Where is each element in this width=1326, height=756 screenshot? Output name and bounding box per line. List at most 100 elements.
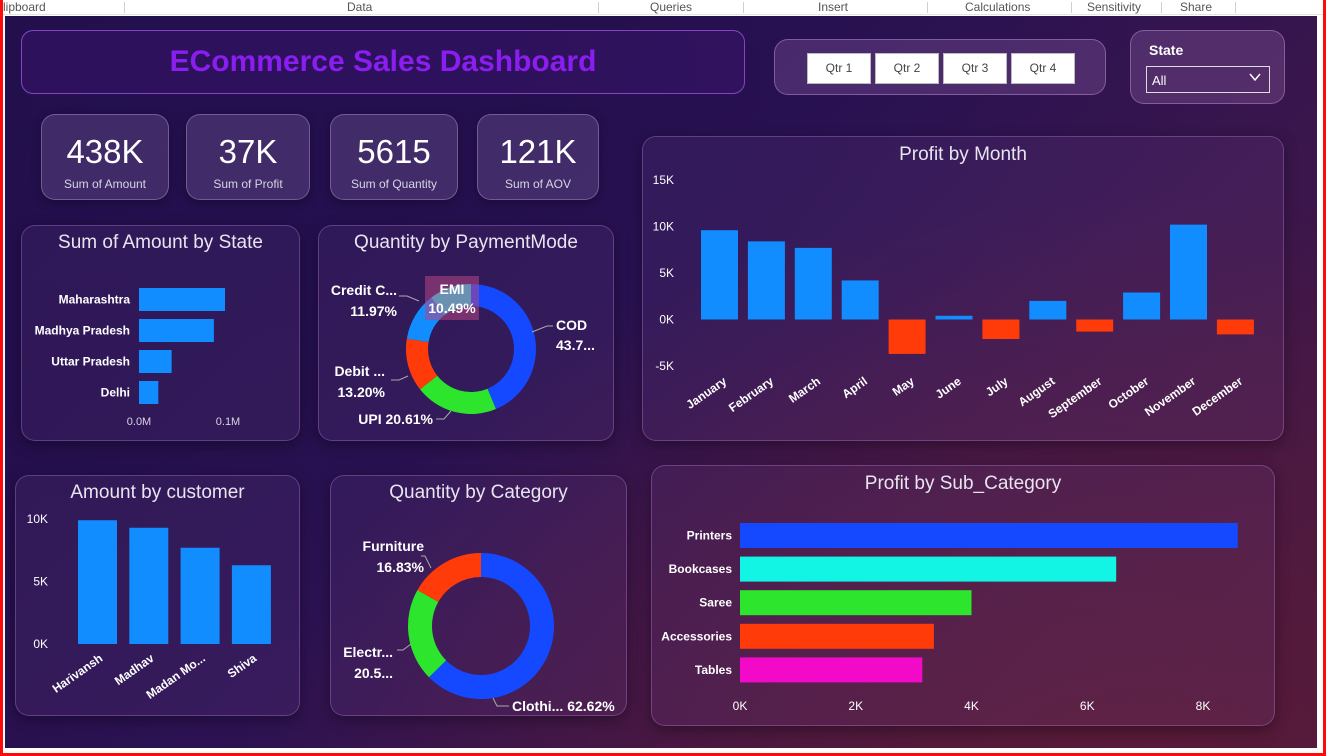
ribbon-share[interactable]: Share <box>1180 0 1212 14</box>
leader-line <box>531 325 553 333</box>
qtr-1-button[interactable]: Qtr 1 <box>807 53 871 84</box>
kpi-card-profit: 37K Sum of Profit <box>186 114 310 200</box>
y-tick-label: 0K <box>33 637 48 651</box>
kpi-value: 438K <box>66 133 144 170</box>
kpi-label: Sum of Amount <box>63 177 147 191</box>
bar-customer <box>231 565 271 644</box>
y-tick-label: 10K <box>27 512 48 526</box>
category-label: Printers <box>687 529 733 543</box>
state-dropdown[interactable]: All <box>1146 66 1270 93</box>
ribbon-separator <box>743 2 744 13</box>
slice-label-pct: 43.7... <box>556 337 595 353</box>
kpi-value: 5615 <box>357 133 431 170</box>
bar-customer <box>129 527 169 644</box>
bar-saree <box>740 590 972 616</box>
ribbon-separator <box>598 2 599 13</box>
ribbon-separator <box>1071 2 1072 13</box>
bar-september <box>1076 319 1114 332</box>
category-label: Delhi <box>101 386 130 400</box>
bar-april <box>841 280 879 320</box>
subcat-chart-card: Profit by Sub_Category Printers Bookcases… <box>651 465 1275 726</box>
y-tick-label: 0K <box>659 313 674 327</box>
ribbon-separator <box>1235 2 1236 13</box>
kpi-value: 121K <box>499 133 577 170</box>
slice-label-name: Credit C... <box>331 282 397 298</box>
ribbon-data[interactable]: Data <box>347 0 372 14</box>
x-tick-label: Madhav <box>112 651 157 688</box>
bar-march <box>794 247 832 320</box>
ribbon-insert[interactable]: Insert <box>818 0 848 14</box>
category-label: Bookcases <box>669 562 733 576</box>
slice-label-name: Electr... <box>343 644 393 660</box>
slice-label-pct: 16.83% <box>377 559 425 575</box>
leader-line <box>436 410 452 420</box>
ribbon-separator <box>1161 2 1162 13</box>
kpi-card-aov: 121K Sum of AOV <box>477 114 599 200</box>
ribbon-sensitivity[interactable]: Sensitivity <box>1087 0 1141 14</box>
slice-label-pct: 10.49% <box>428 300 476 316</box>
slice-label-pct: 20.5... <box>354 665 393 681</box>
x-tick-label: August <box>1016 374 1058 409</box>
ribbon-separator <box>124 2 125 13</box>
month-bar-chart: 15K 10K 5K 0K -5K JanuaryFebruary March April Ma… <box>653 173 1254 421</box>
customer-chart-card: Amount by customer 10K 5K 0K Harivansh Madha… <box>15 475 300 716</box>
category-label: Madhya Pradesh <box>35 324 130 338</box>
slice-cod <box>471 284 536 410</box>
ribbon-queries[interactable]: Queries <box>650 0 692 14</box>
bar-june <box>935 315 973 320</box>
x-tick-label: September <box>1046 374 1105 421</box>
subcat-bar-chart: Printers Bookcases Saree Accessories Tables 0… <box>661 523 1238 713</box>
slice-label-name: Furniture <box>363 538 425 554</box>
ribbon-clipboard[interactable]: lipboard <box>3 0 46 14</box>
slice-label: UPI 20.61% <box>358 411 433 427</box>
bar-accessories <box>740 623 934 649</box>
x-tick-label: Shiva <box>225 651 260 681</box>
bar-maharashtra <box>139 288 226 311</box>
y-tick-label: 5K <box>33 575 48 589</box>
x-tick-label: April <box>839 374 869 401</box>
category-label: Accessories <box>661 629 732 643</box>
state-dropdown-value: All <box>1152 73 1167 88</box>
x-tick-label: January <box>683 374 729 412</box>
bar-august <box>1029 300 1067 320</box>
bar-january <box>701 230 738 320</box>
bar-december <box>1216 319 1254 335</box>
kpi-value: 37K <box>218 133 278 170</box>
qtr-2-button[interactable]: Qtr 2 <box>875 53 939 84</box>
bar-july <box>982 319 1020 340</box>
state-chart-card: Sum of Amount by State Maharashtra Madhya… <box>21 225 300 441</box>
category-label: Maharashtra <box>59 293 131 307</box>
x-tick-label: 4K <box>964 699 979 713</box>
customer-bar-chart: 10K5K0KHarivansh MadhavMadan Mo... Shiva <box>27 512 271 702</box>
bar-october <box>1123 292 1161 320</box>
slice-label-name: COD <box>556 317 587 333</box>
bar-customer <box>78 520 117 644</box>
slice-label-name: EMI <box>440 281 465 297</box>
ribbon-separator <box>927 2 928 13</box>
category-label: Uttar Pradesh <box>51 355 130 369</box>
slice-electronics <box>408 590 447 678</box>
month-chart-card: Profit by Month 15K 10K 5K 0K -5K January Febr… <box>642 136 1284 441</box>
x-tick-label: June <box>933 374 964 402</box>
qtr-4-button[interactable]: Qtr 4 <box>1011 53 1075 84</box>
category-label: Saree <box>699 596 732 610</box>
leader-line <box>391 375 409 381</box>
bar-may <box>888 319 926 354</box>
category-label: Tables <box>695 663 732 677</box>
slice-label-name: Debit ... <box>334 363 385 379</box>
qtr-3-button[interactable]: Qtr 3 <box>943 53 1007 84</box>
leader-line <box>492 697 509 707</box>
kpi-card-amount: 438K Sum of Amount <box>41 114 169 200</box>
leader-line <box>397 643 412 651</box>
ribbon-calculations[interactable]: Calculations <box>965 0 1030 14</box>
leader-line <box>399 295 420 302</box>
slice-label-pct: 13.20% <box>338 384 386 400</box>
x-tick-label: 6K <box>1080 699 1095 713</box>
x-tick-label: 0.1M <box>216 416 240 428</box>
bar-february <box>747 241 785 320</box>
x-tick-label: May <box>890 374 917 399</box>
x-tick-label: November <box>1142 374 1198 419</box>
bar-delhi <box>139 381 159 404</box>
bar-tables <box>740 657 923 683</box>
slice-label: Clothi... 62.62% <box>512 698 615 714</box>
